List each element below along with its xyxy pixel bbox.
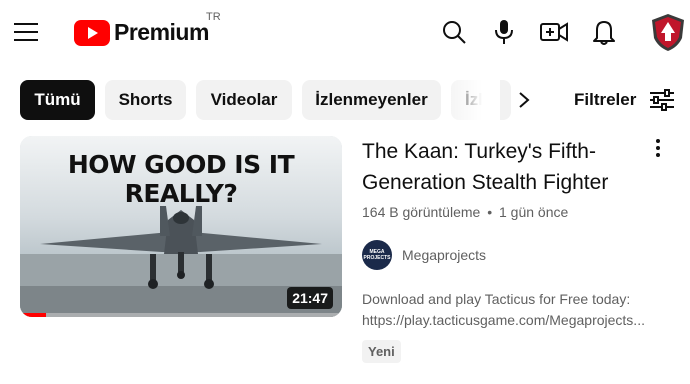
video-metadata: 164 B görüntüleme • 1 gün önce (362, 204, 568, 220)
metadata-separator: • (487, 204, 493, 220)
view-count: 164 B görüntüleme (362, 204, 481, 220)
video-title[interactable]: The Kaan: Turkey's Fifth- Generation Ste… (362, 136, 642, 198)
video-thumbnail[interactable]: HOW GOOD IS IT REALLY? 21:47 (20, 136, 342, 317)
menu-icon[interactable] (10, 16, 42, 48)
microphone-icon[interactable] (488, 16, 520, 48)
notifications-bell-icon[interactable] (588, 16, 620, 48)
thumbnail-headline: HOW GOOD IS IT REALLY? (67, 150, 295, 208)
filters-label: Filtreler (574, 90, 637, 109)
video-title-line-1: The Kaan: Turkey's Fifth- (362, 140, 596, 163)
logo-text: Premium (114, 19, 209, 45)
channel-avatar[interactable]: MEGA PROJECTS (362, 240, 392, 270)
chevron-right-icon[interactable] (508, 84, 540, 116)
more-options-icon[interactable] (646, 134, 670, 162)
chip-shorts[interactable]: Shorts (105, 80, 186, 120)
video-duration: 21:47 (287, 287, 333, 309)
description-line-1: Download and play Tacticus for Free toda… (362, 291, 631, 307)
watch-progress-bar (20, 313, 342, 317)
video-title-line-2: Generation Stealth Fighter (362, 171, 609, 194)
top-bar: Premium TR (0, 0, 690, 64)
chips-fade (440, 80, 500, 120)
filters-button[interactable]: Filtreler (574, 80, 676, 120)
search-icon[interactable] (438, 16, 470, 48)
sliders-icon (648, 86, 676, 114)
youtube-logo-icon (74, 19, 110, 46)
watch-progress-fill (20, 313, 46, 317)
avatar[interactable] (648, 12, 688, 52)
channel-name[interactable]: Megaprojects (402, 247, 486, 263)
channel-link[interactable]: MEGA PROJECTS Megaprojects (362, 240, 486, 270)
description-line-2: https://play.tacticusgame.com/Megaprojec… (362, 312, 645, 328)
video-description: Download and play Tacticus for Free toda… (362, 289, 676, 331)
chip-videos[interactable]: Videolar (196, 80, 292, 120)
create-video-icon[interactable] (538, 16, 570, 48)
upload-age: 1 gün önce (499, 204, 569, 220)
filter-chips-bar: Tümü Shorts Videolar İzlenmeyenler İzle … (0, 80, 690, 120)
country-code: TR (206, 11, 221, 23)
chip-all[interactable]: Tümü (20, 80, 95, 120)
youtube-premium-logo[interactable]: Premium (74, 19, 209, 46)
chip-unwatched[interactable]: İzlenmeyenler (302, 80, 441, 120)
new-badge: Yeni (362, 340, 401, 363)
